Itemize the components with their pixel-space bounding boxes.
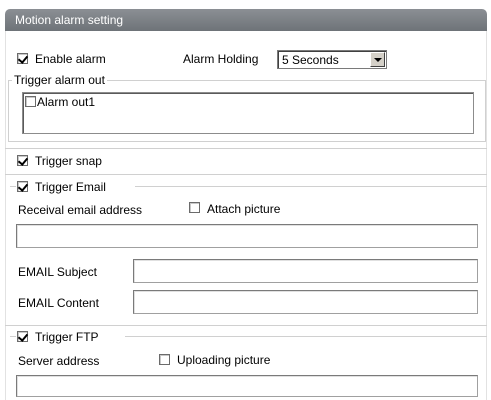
server-address-label: Server address [18, 354, 100, 368]
attach-picture-label: Attach picture [207, 202, 281, 216]
email-subject-input[interactable] [133, 259, 478, 283]
trigger-snap-checkbox[interactable] [17, 155, 28, 166]
enable-alarm-checkbox[interactable] [17, 53, 28, 64]
email-content-label: EMAIL Content [18, 296, 99, 310]
email-subject-label: EMAIL Subject [18, 265, 97, 279]
email-content-input[interactable] [133, 290, 478, 314]
group-line-left [10, 186, 16, 187]
server-address-input[interactable] [16, 375, 478, 397]
chevron-down-icon[interactable] [370, 52, 385, 67]
divider [5, 174, 487, 175]
attach-picture-checkbox[interactable] [189, 202, 200, 213]
trigger-ftp-label: Trigger FTP [35, 330, 99, 344]
uploading-picture-checkbox[interactable] [159, 354, 170, 365]
divider [5, 325, 487, 326]
alarm-out1-label: Alarm out1 [37, 95, 96, 109]
group-line-right [135, 186, 487, 187]
alarm-out-listbox[interactable]: Alarm out1 [22, 92, 474, 134]
trigger-ftp-checkbox[interactable] [17, 331, 28, 342]
trigger-alarm-out-label: Trigger alarm out [12, 73, 107, 87]
panel-title-bar: Motion alarm setting [5, 9, 487, 31]
alarm-out1-checkbox[interactable] [25, 96, 36, 107]
receival-email-label: Receival email address [18, 203, 143, 217]
group-line-left [10, 336, 16, 337]
trigger-snap-label: Trigger snap [35, 154, 102, 168]
divider [5, 148, 487, 149]
uploading-picture-label: Uploading picture [177, 353, 271, 367]
trigger-email-label: Trigger Email [35, 180, 106, 194]
group-line-right [125, 336, 487, 337]
trigger-email-checkbox[interactable] [17, 181, 28, 192]
alarm-holding-value: 5 Seconds [282, 53, 339, 67]
alarm-holding-select[interactable]: 5 Seconds [277, 50, 387, 69]
enable-alarm-label: Enable alarm [35, 52, 106, 66]
alarm-holding-label: Alarm Holding [183, 52, 259, 66]
panel-title: Motion alarm setting [15, 13, 124, 27]
receival-email-input[interactable] [16, 224, 478, 248]
